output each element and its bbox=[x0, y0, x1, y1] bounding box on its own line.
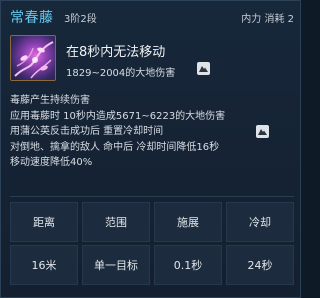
tooltip-header: 常春藤 3阶2段 内力 消耗 2 bbox=[1, 1, 302, 28]
skill-tooltip: 常春藤 3阶2段 内力 消耗 2 在8秒内无法移动 1829~2004的大地伤害… bbox=[0, 0, 301, 298]
direct-damage: 1829~2004的大地伤害 bbox=[66, 68, 176, 79]
stat-value: 24秒 bbox=[226, 245, 294, 285]
description-line: 应用毒藤时 10秒内造成5671~6223的大地伤害 bbox=[10, 110, 226, 122]
earth-element-icon bbox=[256, 125, 269, 138]
description-line: 对倒地、擒拿的敌人 命中后 冷却时间降低16秒 bbox=[10, 141, 220, 153]
stat-area: 范围 单一目标 bbox=[82, 202, 150, 288]
stat-label: 距离 bbox=[10, 202, 78, 242]
stat-value: 单一目标 bbox=[82, 245, 150, 285]
divider bbox=[10, 196, 294, 197]
skill-rank: 3阶2段 bbox=[64, 14, 97, 25]
ivy-skill-icon bbox=[10, 35, 56, 81]
stat-range: 距离 16米 bbox=[10, 202, 78, 288]
effect-headline: 在8秒内无法移动 bbox=[66, 45, 166, 60]
description-line: 用蒲公英反击成功后 重置冷却时间 bbox=[10, 126, 164, 137]
skill-cost: 内力 消耗 2 bbox=[241, 14, 294, 25]
description-line: 毒藤产生持续伤害 bbox=[10, 95, 90, 106]
stat-cooldown: 冷却 24秒 bbox=[226, 202, 294, 288]
stat-label: 冷却 bbox=[226, 202, 294, 242]
description-line: 移动速度降低40% bbox=[10, 157, 93, 168]
stat-value: 0.1秒 bbox=[154, 245, 222, 285]
skill-description: 毒藤产生持续伤害 应用毒藤时 10秒内造成5671~6223的大地伤害 用蒲公英… bbox=[10, 94, 225, 172]
skill-name: 常春藤 bbox=[10, 10, 54, 26]
stat-label: 范围 bbox=[82, 202, 150, 242]
stat-cast: 施展 0.1秒 bbox=[154, 202, 222, 288]
stat-value: 16米 bbox=[10, 245, 78, 285]
stats-table: 距离 16米 范围 单一目标 施展 0.1秒 冷却 24秒 bbox=[10, 202, 294, 288]
stat-label: 施展 bbox=[154, 202, 222, 242]
earth-element-icon bbox=[197, 62, 210, 75]
